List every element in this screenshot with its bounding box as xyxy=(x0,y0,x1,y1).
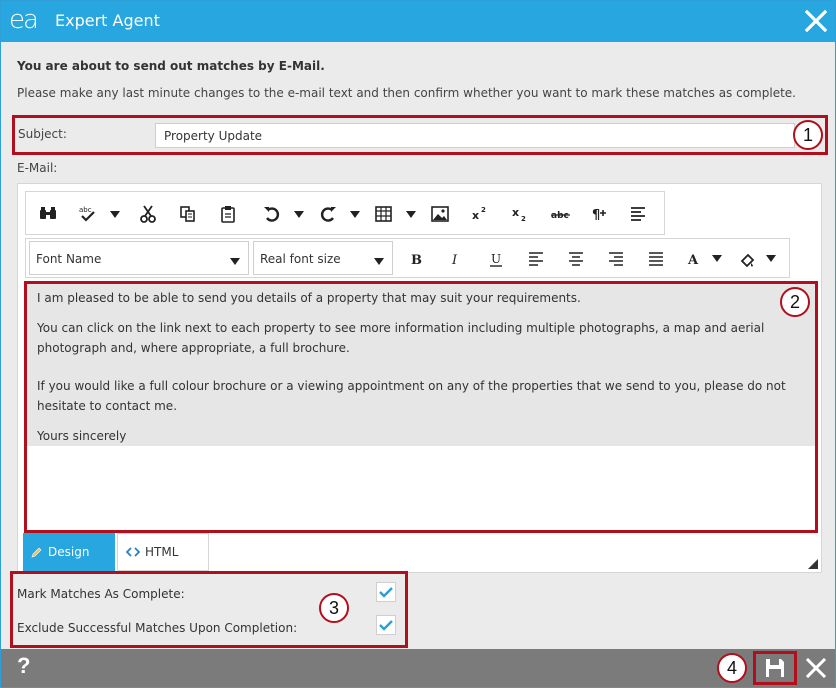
email-paragraph: Yours sincerely xyxy=(37,429,127,443)
paste-icon[interactable] xyxy=(218,204,238,224)
email-label: E-Mail: xyxy=(17,161,58,175)
email-body-text[interactable]: I am pleased to be able to send you deta… xyxy=(27,284,815,446)
align-left-icon[interactable] xyxy=(526,249,546,269)
callout-3: 3 xyxy=(319,593,349,623)
subject-input[interactable] xyxy=(155,123,795,148)
tab-design-label: Design xyxy=(48,545,90,559)
email-paragraph: I am pleased to be able to send you deta… xyxy=(37,291,581,305)
expert-agent-logo: ea xyxy=(9,5,39,35)
editor-toolbar-row-1: abc x 2 x 2 abc ¶ xyxy=(25,191,665,235)
window-title: Expert Agent xyxy=(55,11,160,30)
resize-grip-icon[interactable] xyxy=(808,559,818,569)
subscript-icon[interactable]: x 2 xyxy=(510,204,530,224)
font-color-icon[interactable]: A xyxy=(684,249,704,269)
svg-text:abc: abc xyxy=(79,206,92,214)
footer-bar: ? xyxy=(1,649,835,687)
undo-dropdown-icon[interactable] xyxy=(294,211,304,218)
underline-icon[interactable]: U xyxy=(486,249,506,269)
svg-text:x: x xyxy=(512,206,519,219)
callout-2: 2 xyxy=(780,287,810,317)
expert-agent-dialog: ea Expert Agent You are about to send ou… xyxy=(0,0,836,688)
svg-text:2: 2 xyxy=(481,206,486,214)
title-bar: ea Expert Agent xyxy=(1,1,835,42)
image-icon[interactable] xyxy=(430,204,450,224)
font-size-value: Real font size xyxy=(260,252,341,266)
subject-row: Subject: xyxy=(12,115,828,155)
font-name-value: Font Name xyxy=(36,252,102,266)
exclude-successful-checkbox[interactable] xyxy=(376,615,396,635)
close-icon[interactable] xyxy=(803,8,829,34)
tab-html-label: HTML xyxy=(145,545,179,559)
email-editor: abc x 2 x 2 abc ¶ Font Name Real font si… xyxy=(17,183,822,573)
spellcheck-icon[interactable]: abc xyxy=(78,204,98,224)
spellcheck-dropdown-icon[interactable] xyxy=(110,211,120,218)
svg-text:B: B xyxy=(411,253,422,268)
svg-text:abc: abc xyxy=(551,211,569,221)
strikethrough-icon[interactable]: abc xyxy=(550,204,572,224)
pencil-icon xyxy=(31,547,42,558)
svg-text:2: 2 xyxy=(521,215,526,223)
cut-icon[interactable] xyxy=(138,204,158,224)
font-color-dropdown-icon[interactable] xyxy=(712,255,722,262)
intro-text: Please make any last minute changes to t… xyxy=(17,86,796,100)
subject-label: Subject: xyxy=(18,127,67,141)
svg-text:¶: ¶ xyxy=(592,208,600,223)
highlight-color-icon[interactable] xyxy=(738,249,758,269)
justify-icon[interactable] xyxy=(646,249,666,269)
copy-icon[interactable] xyxy=(178,204,198,224)
svg-text:U: U xyxy=(491,252,501,266)
font-name-dropdown-icon xyxy=(230,258,240,265)
checkmark-icon xyxy=(379,620,393,631)
callout-1: 1 xyxy=(793,120,823,150)
email-body-editor[interactable]: I am pleased to be able to send you deta… xyxy=(24,281,818,533)
exclude-successful-label: Exclude Successful Matches Upon Completi… xyxy=(17,621,298,635)
tab-design[interactable]: Design xyxy=(23,533,115,571)
close-icon[interactable] xyxy=(805,657,827,679)
italic-icon[interactable]: I xyxy=(446,249,466,269)
save-button[interactable] xyxy=(753,651,797,685)
help-icon[interactable]: ? xyxy=(17,653,30,679)
intro-heading: You are about to send out matches by E-M… xyxy=(17,59,325,73)
svg-text:x: x xyxy=(472,209,479,222)
editor-toolbar-row-2: Font Name Real font size B I U A xyxy=(25,238,790,278)
email-paragraph: You can click on the link next to each p… xyxy=(37,321,765,355)
find-icon[interactable] xyxy=(38,204,58,224)
save-icon xyxy=(766,659,784,677)
email-paragraph: If you would like a full colour brochure… xyxy=(37,379,786,413)
superscript-icon[interactable]: x 2 xyxy=(470,204,490,224)
svg-text:I: I xyxy=(451,253,458,268)
checkmark-icon xyxy=(379,587,393,598)
highlight-color-dropdown-icon[interactable] xyxy=(766,255,776,262)
table-dropdown-icon[interactable] xyxy=(406,211,416,218)
align-center-icon[interactable] xyxy=(566,249,586,269)
redo-dropdown-icon[interactable] xyxy=(350,211,360,218)
mark-complete-checkbox[interactable] xyxy=(376,582,396,602)
paragraph-marks-icon[interactable]: ¶ xyxy=(590,204,610,224)
undo-icon[interactable] xyxy=(262,204,282,224)
code-icon xyxy=(126,547,140,557)
mark-complete-label: Mark Matches As Complete: xyxy=(17,587,185,601)
align-paragraph-icon[interactable] xyxy=(628,204,648,224)
callout-4: 4 xyxy=(717,653,747,683)
font-name-select[interactable]: Font Name xyxy=(29,241,249,275)
svg-text:A: A xyxy=(687,253,699,268)
font-size-dropdown-icon xyxy=(374,258,384,265)
redo-icon[interactable] xyxy=(318,204,338,224)
align-right-icon[interactable] xyxy=(606,249,626,269)
table-icon[interactable] xyxy=(374,204,394,224)
bold-icon[interactable]: B xyxy=(406,249,426,269)
tab-html[interactable]: HTML xyxy=(117,533,209,571)
font-size-select[interactable]: Real font size xyxy=(253,241,393,275)
